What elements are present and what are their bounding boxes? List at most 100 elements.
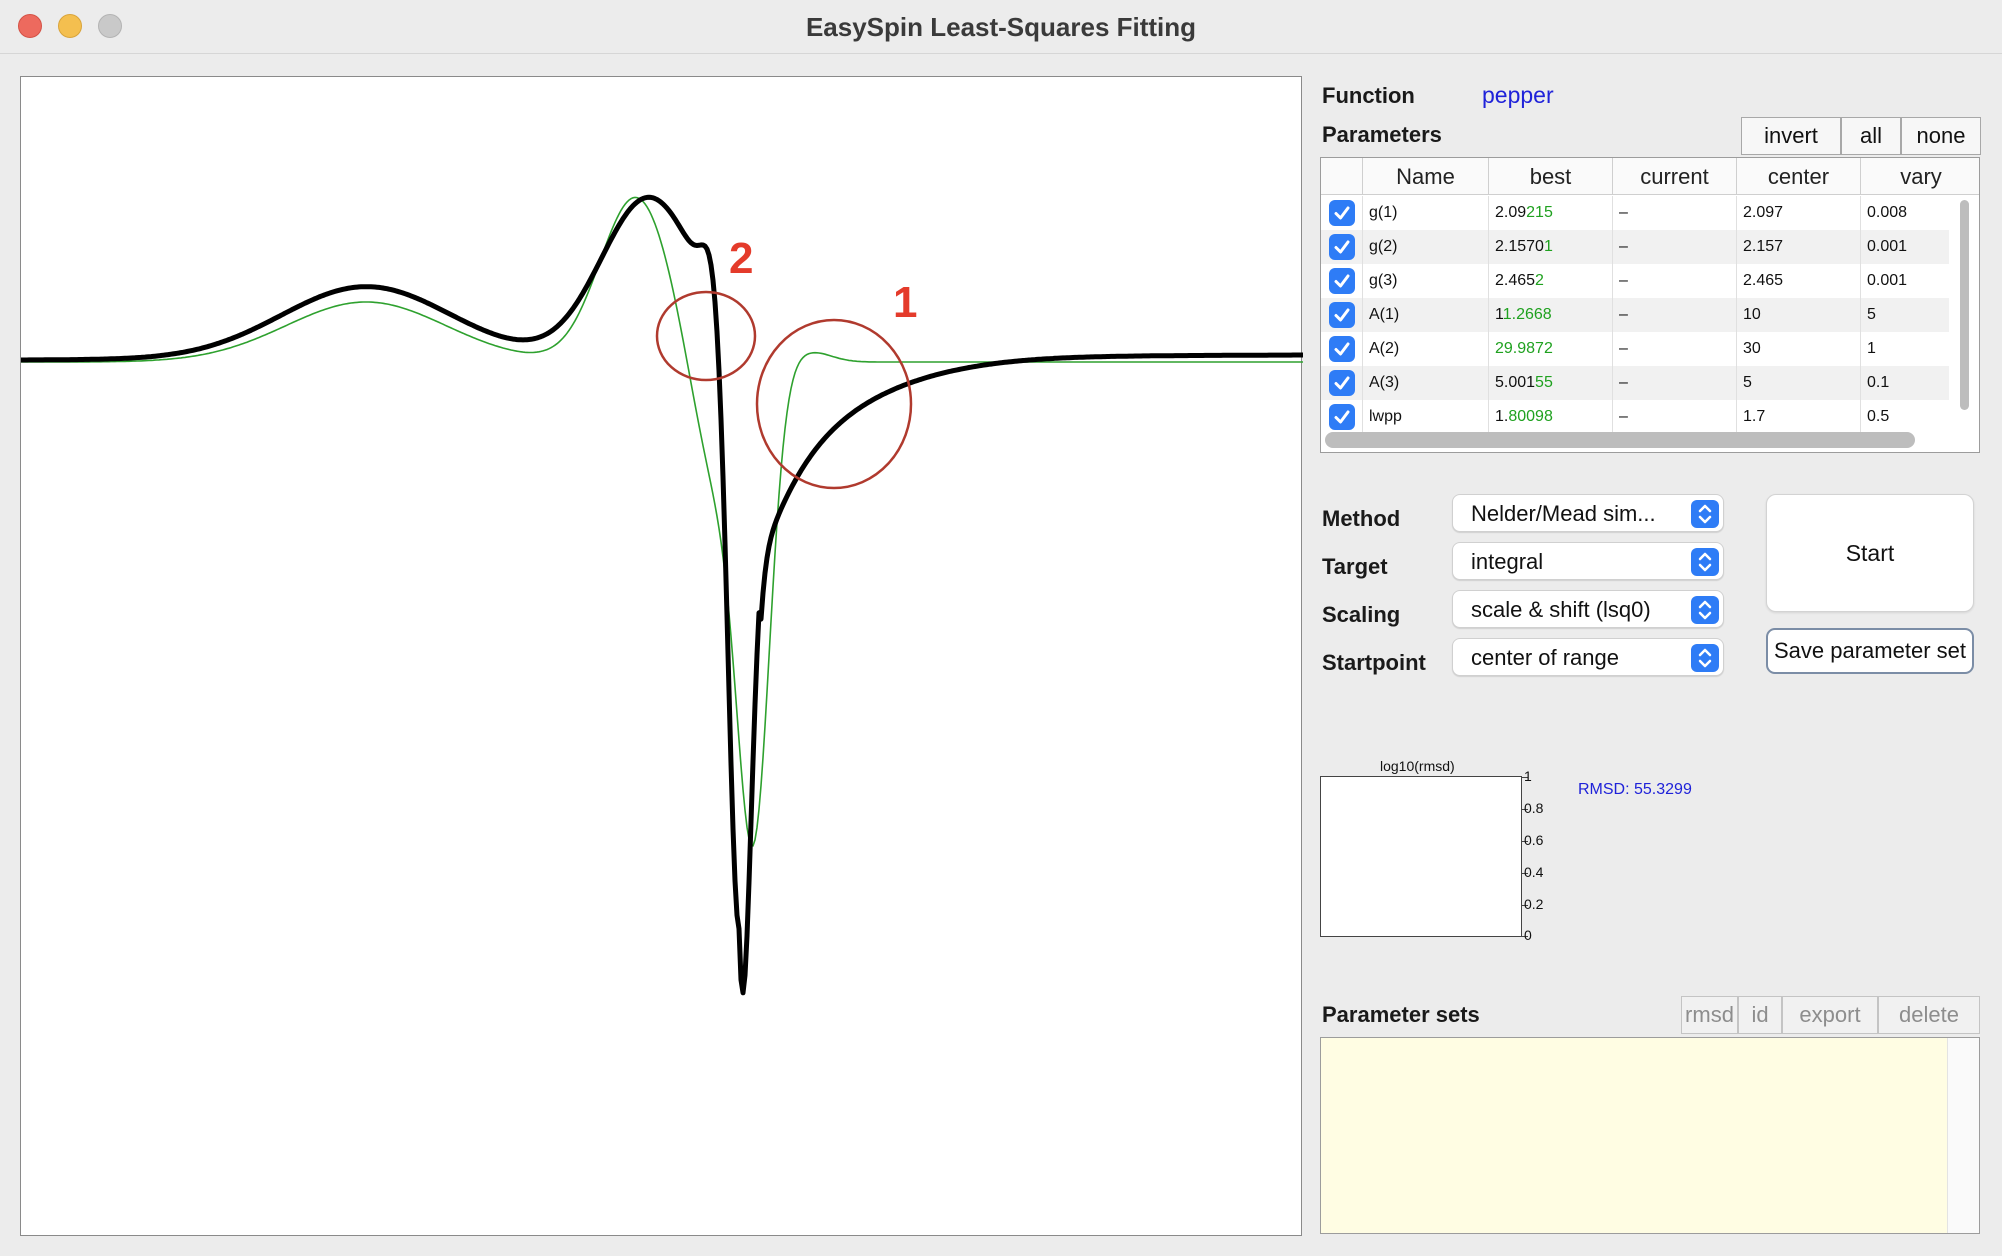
- table-row[interactable]: g(3) 2.4652–2.465 0.001: [1321, 264, 1949, 298]
- rmsd-tick-label: 0.8: [1524, 800, 1544, 816]
- scaling-select[interactable]: scale & shift (lsq0): [1452, 590, 1724, 628]
- header-best[interactable]: best: [1489, 158, 1613, 195]
- best-changed-digits: 215: [1526, 204, 1553, 221]
- cell-center: 30: [1737, 332, 1861, 366]
- window-title: EasySpin Least-Squares Fitting: [805, 12, 1197, 42]
- startpoint-label: Startpoint: [1322, 650, 1426, 675]
- best-fixed-digits: 2.1570: [1495, 238, 1544, 255]
- table-vertical-scrollbar[interactable]: [1957, 198, 1971, 412]
- checkbox[interactable]: [1329, 404, 1355, 430]
- parameter-table: Name best current center vary g(1) 2.0921…: [1320, 157, 1980, 453]
- table-row[interactable]: A(1) 11.2668–10 5: [1321, 298, 1949, 332]
- best-changed-digits: 80098: [1508, 408, 1553, 425]
- rmsd-plot: [1320, 776, 1522, 937]
- startpoint-select[interactable]: center of range: [1452, 638, 1724, 676]
- cell-best: 5.00155: [1489, 366, 1613, 400]
- method-select[interactable]: Nelder/Mead sim...: [1452, 494, 1724, 532]
- header-vary[interactable]: vary: [1861, 158, 1979, 195]
- best-fixed-digits: 2.465: [1495, 272, 1536, 289]
- cell-best: 11.2668: [1489, 298, 1613, 332]
- cell-current: –: [1613, 196, 1737, 230]
- target-select[interactable]: integral: [1452, 542, 1724, 580]
- checkbox[interactable]: [1329, 234, 1355, 260]
- table-horizontal-scrollbar[interactable]: [1325, 432, 1915, 448]
- checkmark-icon: [1334, 410, 1350, 424]
- parameter-table-header: Name best current center vary: [1321, 158, 1979, 195]
- header-current[interactable]: current: [1613, 158, 1737, 195]
- header-name[interactable]: Name: [1363, 158, 1489, 195]
- annotation-label-2: 2: [729, 234, 753, 283]
- method-label: Method: [1322, 506, 1401, 531]
- title-bar: EasySpin Least-Squares Fitting: [0, 0, 2002, 54]
- cell-name: g(1): [1363, 196, 1489, 230]
- rmsd-tick-label: 0: [1524, 927, 1532, 943]
- checkmark-icon: [1334, 376, 1350, 390]
- spectrum-svg: 2 1: [21, 194, 1303, 996]
- cell-name: A(3): [1363, 366, 1489, 400]
- best-changed-digits: 1.2668: [1502, 306, 1552, 323]
- cell-name: g(2): [1363, 230, 1489, 264]
- checkbox[interactable]: [1329, 268, 1355, 294]
- checkbox[interactable]: [1329, 370, 1355, 396]
- header-check-column: [1321, 158, 1363, 195]
- cell-vary: 1: [1867, 340, 1876, 357]
- cell-current: –: [1613, 366, 1737, 400]
- startpoint-value: center of range: [1471, 645, 1619, 670]
- row-check-cell: [1321, 298, 1363, 332]
- cell-best: 2.4652: [1489, 264, 1613, 298]
- cell-current: –: [1613, 264, 1737, 298]
- cell-vary: 0.001: [1867, 238, 1908, 255]
- parameter-sets-list[interactable]: [1320, 1037, 1980, 1234]
- best-changed-digits: 29.9872: [1495, 340, 1553, 357]
- cell-best: 2.15701: [1489, 230, 1613, 264]
- cell-best: 2.09215: [1489, 196, 1613, 230]
- header-center[interactable]: center: [1737, 158, 1861, 195]
- best-fixed-digits: 5.001: [1495, 374, 1536, 391]
- rmsd-tick-label: 1: [1524, 768, 1532, 784]
- invert-button[interactable]: invert: [1741, 117, 1841, 155]
- chevron-updown-icon: [1691, 596, 1719, 624]
- sort-id-button[interactable]: id: [1738, 996, 1782, 1034]
- cell-name: A(1): [1363, 298, 1489, 332]
- parameter-sets-scrollbar[interactable]: [1947, 1038, 1979, 1233]
- all-button[interactable]: all: [1841, 117, 1901, 155]
- best-changed-digits: 55: [1535, 374, 1553, 391]
- cell-name: g(3): [1363, 264, 1489, 298]
- checkmark-icon: [1334, 274, 1350, 288]
- scaling-label: Scaling: [1322, 602, 1401, 627]
- annotation-circle-2: [655, 290, 757, 382]
- chevron-updown-icon: [1691, 548, 1719, 576]
- row-check-cell: [1321, 230, 1363, 264]
- cell-best: 29.9872: [1489, 332, 1613, 366]
- row-check-cell: [1321, 332, 1363, 366]
- cell-name: lwpp: [1363, 400, 1489, 434]
- sort-rmsd-button[interactable]: rmsd: [1681, 996, 1738, 1034]
- chevron-updown-icon: [1691, 644, 1719, 672]
- cell-current: –: [1613, 332, 1737, 366]
- best-fixed-digits: 1: [1495, 306, 1503, 323]
- table-row[interactable]: g(2) 2.15701–2.157 0.001: [1321, 230, 1949, 264]
- checkbox[interactable]: [1329, 200, 1355, 226]
- checkbox[interactable]: [1329, 302, 1355, 328]
- delete-button[interactable]: delete: [1878, 996, 1980, 1034]
- export-button[interactable]: export: [1782, 996, 1878, 1034]
- cell-current: –: [1613, 298, 1737, 332]
- cell-vary: 5: [1867, 306, 1876, 323]
- annotation-label-1: 1: [893, 278, 917, 327]
- table-row[interactable]: A(3) 5.00155–5 0.1: [1321, 366, 1949, 400]
- cell-center: 10: [1737, 298, 1861, 332]
- cell-center: 1.7: [1737, 400, 1861, 434]
- cell-center: 2.465: [1737, 264, 1861, 298]
- table-row[interactable]: A(2) 29.9872 –30 1: [1321, 332, 1949, 366]
- start-button[interactable]: Start: [1766, 494, 1974, 612]
- cell-current: –: [1613, 400, 1737, 434]
- checkbox[interactable]: [1329, 336, 1355, 362]
- cell-vary: 0.1: [1867, 374, 1890, 391]
- checkmark-icon: [1334, 206, 1350, 220]
- cell-center: 2.097: [1737, 196, 1861, 230]
- save-parameter-set-button[interactable]: Save parameter set: [1766, 628, 1974, 674]
- none-button[interactable]: none: [1901, 117, 1981, 155]
- table-row[interactable]: g(1) 2.09215–2.097 0.008: [1321, 196, 1949, 230]
- table-row[interactable]: lwpp 1.80098–1.7 0.5: [1321, 400, 1949, 434]
- annotation-circle-1: [755, 318, 913, 490]
